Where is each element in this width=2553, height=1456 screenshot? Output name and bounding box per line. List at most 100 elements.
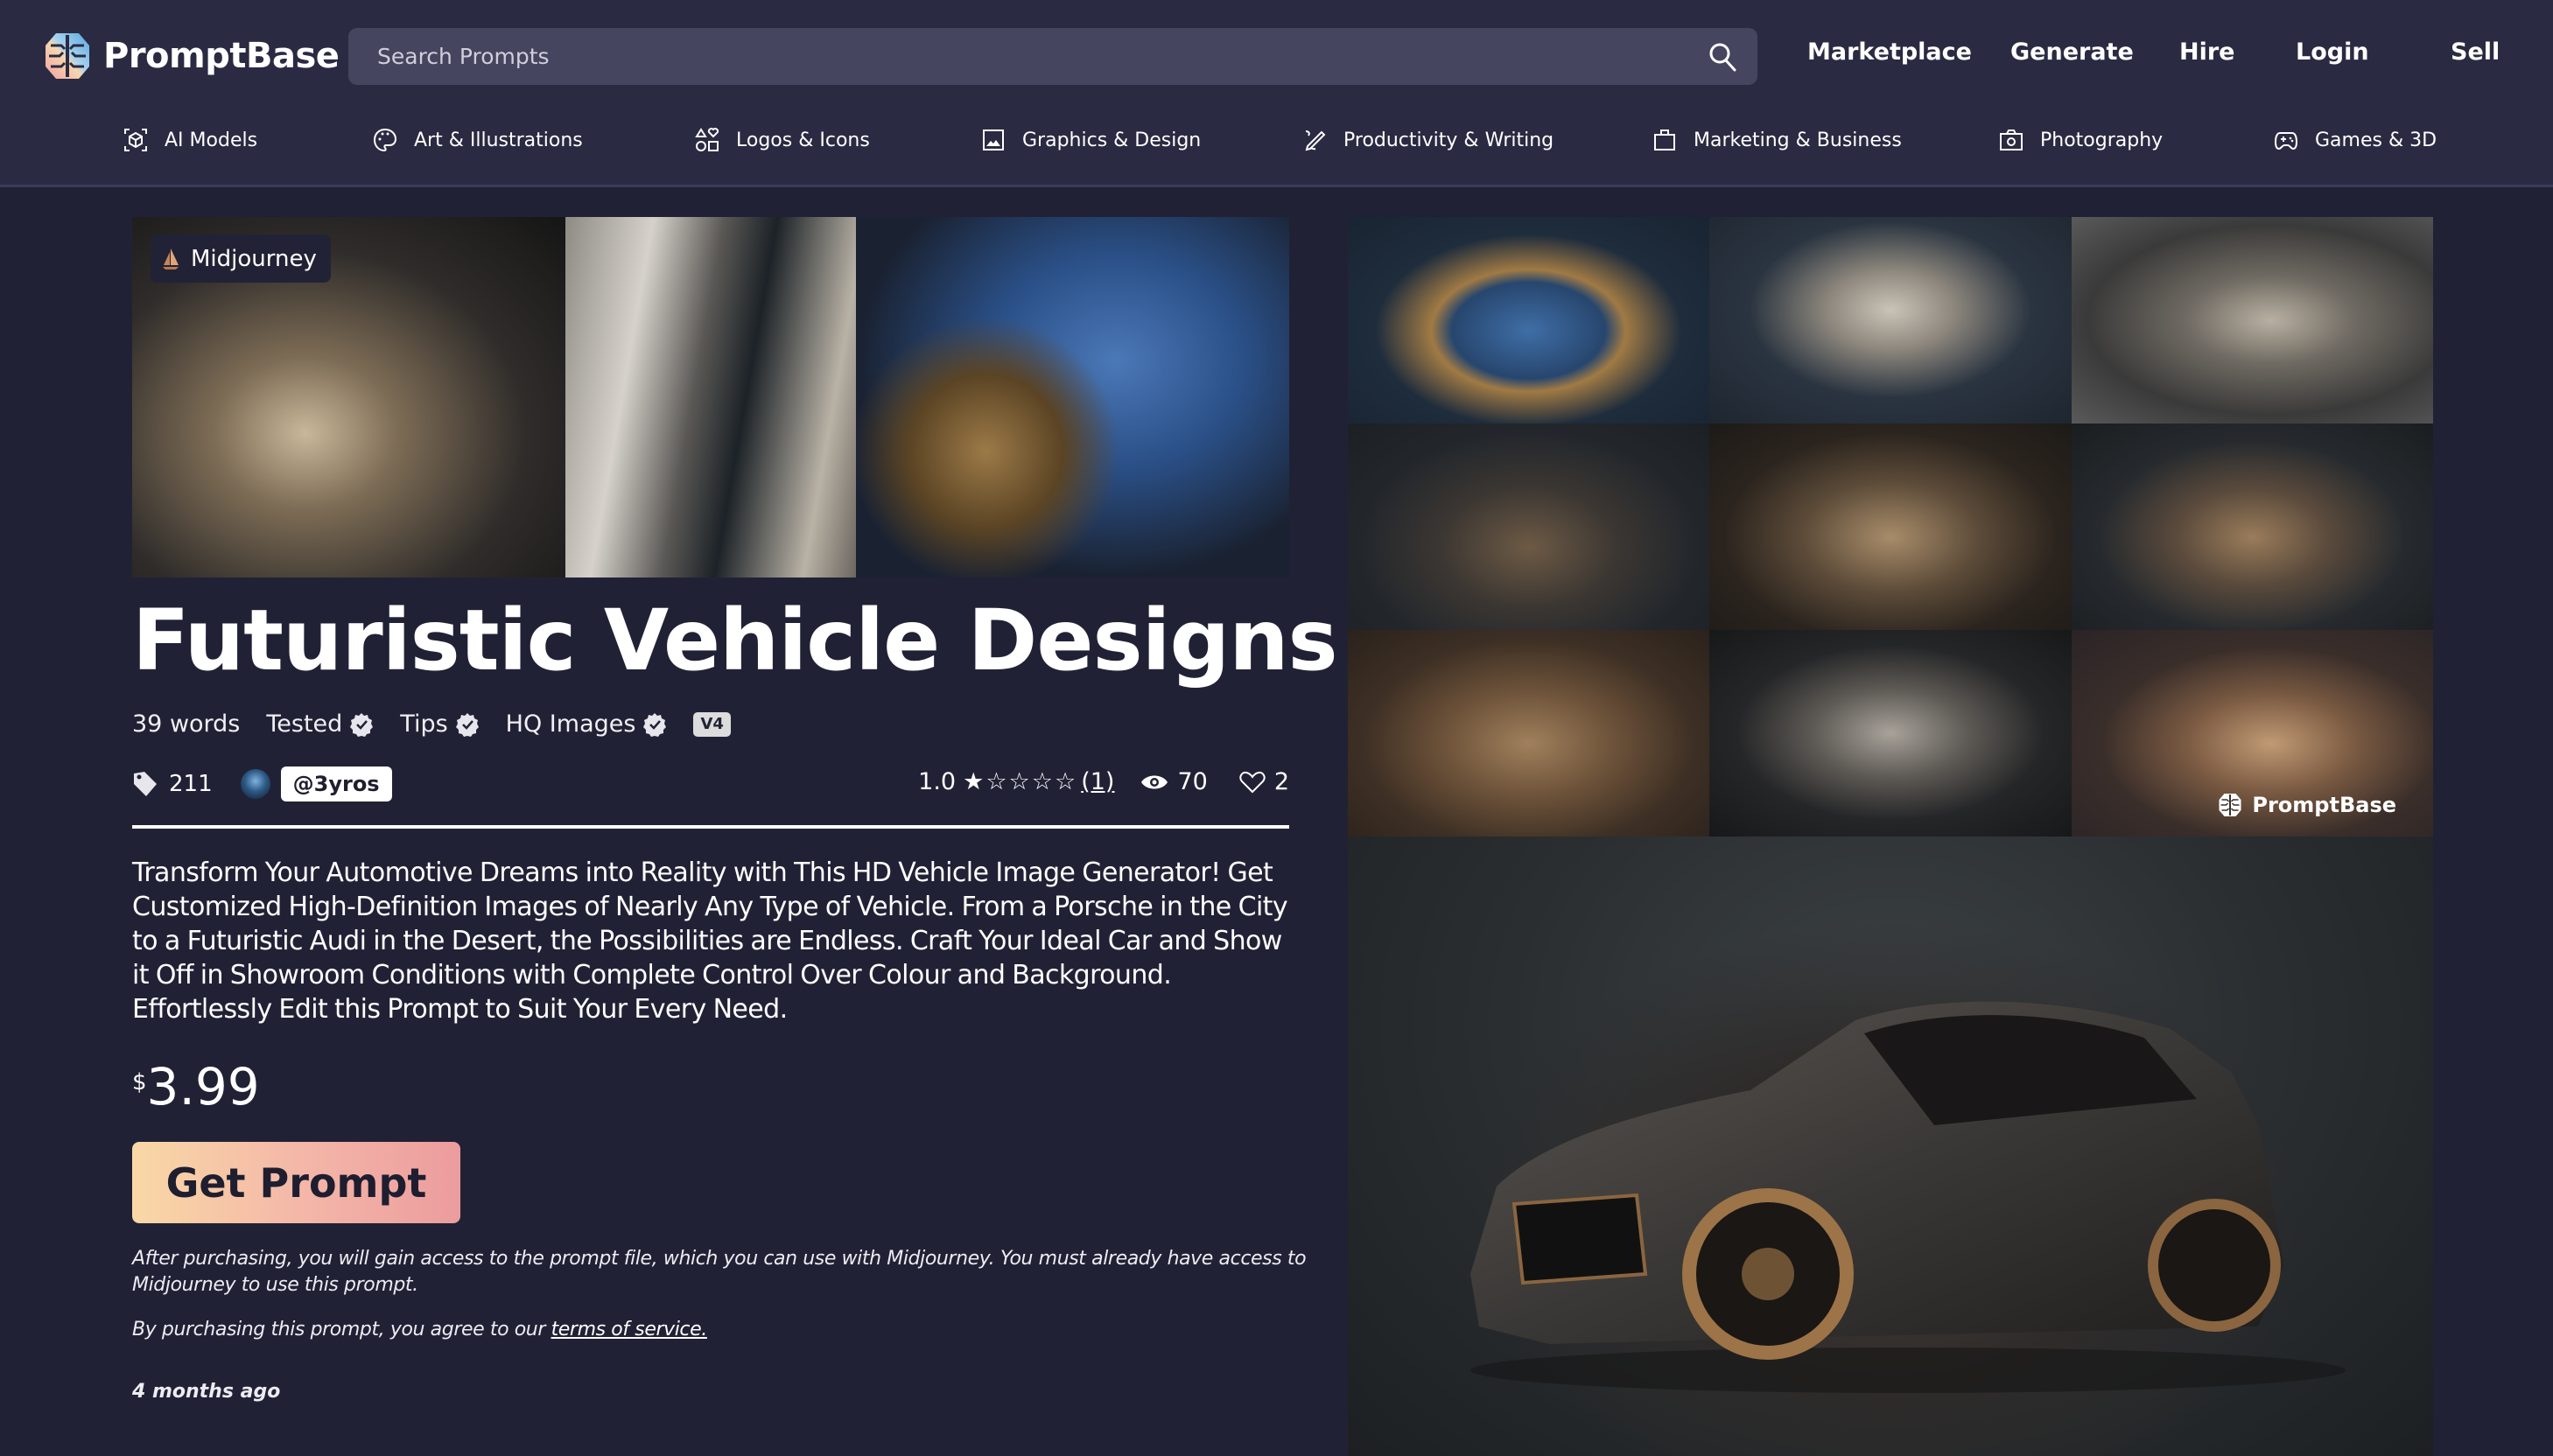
category-graphics-design[interactable]: Graphics & Design — [980, 127, 1201, 153]
tested-label: Tested — [266, 710, 343, 738]
category-label: Games & 3D — [2315, 129, 2437, 151]
palette-icon — [373, 128, 397, 152]
category-label: Photography — [2040, 129, 2164, 151]
promptbase-watermark: PromptBase — [2217, 793, 2396, 817]
version-badge: V4 — [693, 711, 731, 737]
search-button[interactable] — [1687, 28, 1757, 85]
category-productivity-writing[interactable]: Productivity & Writing — [1301, 127, 1554, 153]
gallery-thumbnail[interactable] — [1348, 630, 1710, 836]
product-meta: 39 words Tested Tips HQ Images V4 — [132, 710, 731, 738]
search-icon — [1709, 43, 1736, 71]
nav-login[interactable]: Login — [2296, 38, 2369, 66]
verified-icon — [455, 712, 479, 737]
star-filled-icon: ★ — [963, 768, 986, 795]
product-description: Transform Your Automotive Dreams into Re… — [132, 858, 1288, 1025]
brain-logo-icon — [46, 33, 89, 79]
category-ai-models[interactable]: AI Models — [123, 127, 257, 153]
tips-label: Tips — [400, 710, 448, 738]
watermark-text: PromptBase — [2252, 793, 2396, 817]
category-nav: AI Models Art & Illustrations Logos & Ic… — [0, 127, 2553, 162]
verified-icon — [350, 712, 374, 737]
tips-badge: Tips — [400, 710, 479, 738]
like-count: 2 — [1273, 768, 1289, 795]
product-title: Futuristic Vehicle Designs — [132, 592, 1338, 690]
tested-badge: Tested — [266, 710, 374, 738]
brain-logo-icon — [2219, 794, 2241, 816]
price-amount: 3.99 — [146, 1057, 260, 1116]
category-photography[interactable]: Photography — [1998, 127, 2163, 153]
sales-count: 211 — [169, 771, 213, 797]
terms-note: By purchasing this prompt, you agree to … — [132, 1317, 1322, 1343]
heart-icon[interactable] — [1239, 771, 1266, 794]
category-label: AI Models — [165, 129, 258, 151]
gallery-thumbnail[interactable] — [1709, 217, 2072, 424]
category-label: Art & Illustrations — [414, 129, 583, 151]
review-count-link[interactable]: (1) — [1081, 768, 1114, 795]
price-currency: $ — [132, 1069, 147, 1096]
author-avatar[interactable] — [240, 769, 270, 799]
gallery-thumbnail[interactable] — [1348, 424, 1710, 630]
search-input[interactable] — [348, 28, 1687, 85]
gamepad-icon — [2274, 132, 2298, 150]
terms-of-service-link[interactable]: terms of service. — [551, 1319, 708, 1340]
star-empty-icon: ☆ — [1054, 768, 1078, 795]
purchase-access-note: After purchasing, you will gain access t… — [132, 1248, 1307, 1296]
gallery-thumbnail[interactable] — [1348, 217, 1710, 424]
hq-images-label: HQ Images — [505, 710, 636, 738]
hero-image-segment — [856, 217, 1289, 578]
hq-images-badge: HQ Images — [506, 710, 668, 738]
site-header: PromptBase Marketplace Generate Hire Log… — [0, 0, 2553, 187]
car-illustration — [1470, 1001, 2346, 1393]
nav-hire[interactable]: Hire — [2179, 38, 2234, 66]
model-badge-label: Midjourney — [191, 245, 317, 272]
gallery-thumbnail[interactable] — [1709, 424, 2072, 630]
star-empty-icon: ☆ — [1008, 768, 1032, 795]
terms-prefix: By purchasing this prompt, you agree to … — [132, 1319, 551, 1340]
author-link[interactable]: @3yros — [280, 766, 392, 802]
hero-image-segment — [565, 217, 856, 578]
gallery-thumbnail[interactable] — [1709, 630, 2072, 836]
rating-value: 1.0 — [918, 768, 957, 795]
word-count: 39 words — [132, 710, 241, 738]
section-divider — [132, 825, 1289, 829]
category-label: Logos & Icons — [736, 129, 870, 151]
verified-icon — [643, 712, 667, 737]
sales-and-author: 211 @3yros — [132, 766, 392, 802]
nav-generate[interactable]: Generate — [2010, 38, 2134, 66]
star-empty-icon: ☆ — [1031, 768, 1055, 795]
eye-icon — [1141, 775, 1168, 788]
view-count: 70 — [1177, 768, 1208, 795]
tag-icon — [134, 772, 157, 796]
category-logos-icons[interactable]: Logos & Icons — [694, 127, 870, 153]
shapes-icon — [695, 128, 719, 151]
category-label: Marketing & Business — [1694, 129, 1902, 151]
nav-marketplace[interactable]: Marketplace — [1807, 38, 1972, 66]
gallery-thumbnail[interactable]: PromptBase — [2071, 630, 2433, 836]
pen-icon — [1305, 130, 1326, 151]
category-label: Productivity & Writing — [1343, 129, 1554, 151]
rating-views-likes: 1.0 ★☆☆☆☆ (1) 70 2 — [918, 768, 1289, 795]
ai-models-icon — [124, 129, 147, 151]
get-prompt-button[interactable]: Get Prompt — [132, 1142, 460, 1223]
category-marketing-business[interactable]: Marketing & Business — [1652, 127, 1902, 153]
image-icon — [983, 130, 1004, 150]
brand-name: PromptBase — [103, 36, 340, 76]
brand-logo[interactable]: PromptBase — [44, 32, 340, 80]
gallery-thumbnail[interactable] — [2071, 217, 2433, 424]
gallery-thumbnail[interactable] — [2071, 424, 2433, 630]
category-art-illustrations[interactable]: Art & Illustrations — [372, 127, 583, 153]
category-games-3d[interactable]: Games & 3D — [2273, 127, 2437, 153]
main-preview-image[interactable] — [1348, 836, 2433, 1456]
nav-sell[interactable]: Sell — [2451, 38, 2500, 66]
rating-stars: ★☆☆☆☆ — [963, 768, 1077, 795]
image-gallery: PromptBase — [1348, 217, 2433, 836]
category-label: Graphics & Design — [1022, 129, 1202, 151]
price: $ 3.99 — [132, 1057, 260, 1116]
briefcase-icon — [1654, 130, 1675, 150]
star-empty-icon: ☆ — [985, 768, 1009, 795]
sailboat-icon — [163, 248, 179, 270]
published-age: 4 months ago — [132, 1381, 281, 1403]
camera-icon — [2000, 130, 2023, 150]
search-bar — [348, 28, 1757, 85]
model-badge[interactable]: Midjourney — [151, 234, 331, 283]
